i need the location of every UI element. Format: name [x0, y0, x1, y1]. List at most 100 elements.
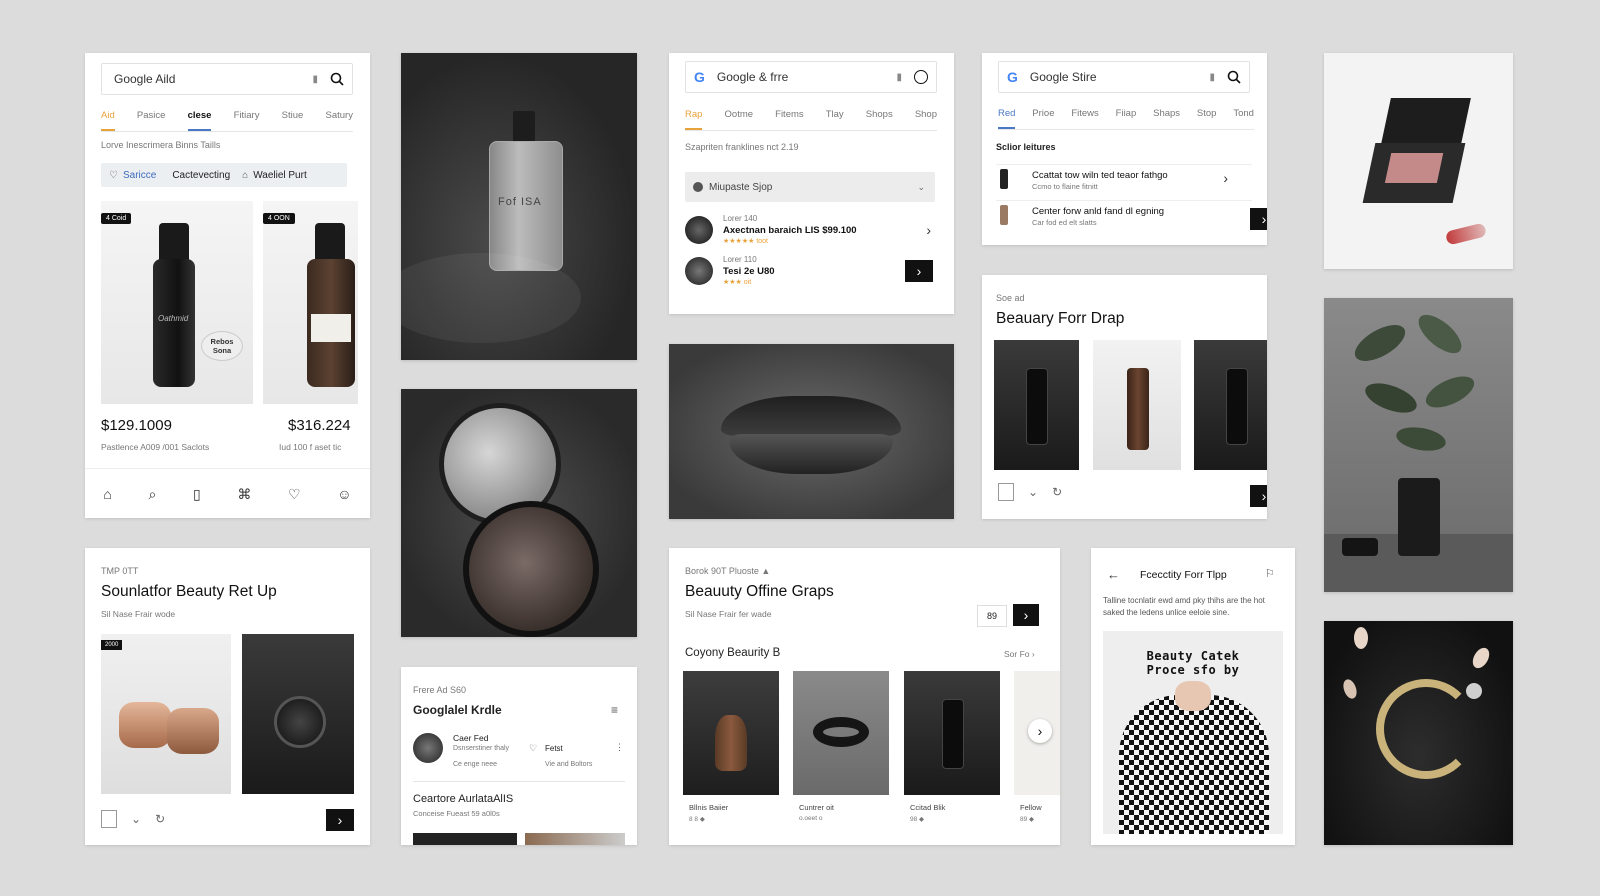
- tab-tond[interactable]: Tond: [1233, 108, 1254, 129]
- list-item[interactable]: Lorer 140 Axectnan baraich LIS $99.100 ★…: [685, 214, 935, 246]
- thumb-strip: [525, 833, 625, 845]
- chevron-right-icon[interactable]: ›: [1223, 170, 1228, 186]
- bottle-thumb-icon: [1000, 169, 1008, 189]
- mic-icon[interactable]: ▮: [312, 74, 318, 85]
- search-bar[interactable]: Google Aild ▮: [101, 63, 353, 95]
- gallery-image[interactable]: [1194, 340, 1267, 470]
- scroll-right-button[interactable]: ›: [1028, 719, 1052, 743]
- lips-photo: [669, 344, 954, 519]
- search-icon[interactable]: [1227, 70, 1241, 84]
- next-button[interactable]: ›: [1250, 485, 1267, 507]
- settings-icon[interactable]: [914, 70, 928, 84]
- next-button[interactable]: ›: [326, 809, 354, 831]
- tab-prioe[interactable]: Prioe: [1032, 108, 1054, 129]
- tab-clese[interactable]: clese: [187, 110, 212, 131]
- tab-fitiary[interactable]: Fitiary: [234, 110, 260, 131]
- item-sub: Car fod ed elt slatts: [1032, 218, 1097, 227]
- card-kicker: TMP 0TT: [101, 566, 139, 576]
- card-subtitle: Sil Nase Frair fer wade: [685, 609, 772, 619]
- list-item[interactable]: Lorer 110 Tesi 2e U80 ★★★ oit: [685, 255, 935, 287]
- list-item[interactable]: Ccattat tow wiln ted teaor fathgo Ccmo t…: [996, 164, 1252, 195]
- item-thumb: [685, 257, 713, 285]
- product-image[interactable]: 4 OON: [263, 201, 358, 404]
- fabric-fold: [401, 253, 581, 343]
- bag-icon[interactable]: ⌘: [237, 486, 251, 503]
- bookmark-icon[interactable]: [101, 810, 117, 828]
- product-desc: Pastlence A009 /001 Saclots: [101, 442, 210, 452]
- more-icon[interactable]: ⋮: [615, 742, 624, 753]
- tab-fitems[interactable]: Fitems: [775, 109, 804, 130]
- heart-icon[interactable]: ♡: [288, 486, 301, 503]
- chevron-down-icon[interactable]: ⌄: [131, 812, 141, 826]
- back-arrow-icon[interactable]: ←: [1107, 567, 1120, 582]
- tab-rap[interactable]: Rap: [685, 109, 703, 130]
- dark-bottle: [1026, 368, 1048, 445]
- tab-satury[interactable]: Satury: [326, 110, 353, 131]
- item-rating: ★★★★★ toot: [723, 238, 768, 245]
- product-desc: Iud 100 f aset tic: [279, 442, 342, 452]
- next-button[interactable]: ›: [1250, 208, 1267, 230]
- tab-aid[interactable]: Aid: [101, 110, 115, 131]
- tab-shops[interactable]: Shops: [866, 109, 893, 130]
- gallery-image[interactable]: 2000: [101, 634, 231, 794]
- upper-lip: [721, 396, 901, 436]
- product-tile[interactable]: ›: [1014, 671, 1060, 795]
- filter-chip-row: ♡ Saricce Cactevecting ⌂ Waeliel Purt: [101, 163, 347, 187]
- search-bar[interactable]: G Google Stire ▮: [998, 61, 1250, 93]
- tab-stop[interactable]: Stop: [1197, 108, 1217, 129]
- item-line1: Lorer 140: [723, 214, 758, 223]
- tab-pasice[interactable]: Pasice: [137, 110, 166, 131]
- filter-chip-saricce[interactable]: Saricce: [123, 170, 156, 181]
- bookmark-icon[interactable]: ▯: [193, 486, 201, 503]
- filter-chip-cactevecting[interactable]: Cactevecting: [172, 170, 230, 181]
- product-image[interactable]: 4 Coid Oathmid Rebos Sona: [101, 201, 253, 404]
- product-tile[interactable]: [683, 671, 779, 795]
- bookmark-icon[interactable]: [998, 483, 1014, 501]
- watch: [274, 696, 326, 748]
- serum-bottle: Oathmid: [153, 259, 195, 387]
- search-bar[interactable]: G Google & frre ▮: [685, 61, 937, 93]
- product-tile[interactable]: [904, 671, 1000, 795]
- list-item[interactable]: Center forw anld fand dl egning Car fod …: [996, 200, 1252, 231]
- poster-image[interactable]: Beauty Catek Proce sfo by: [1103, 631, 1283, 834]
- chevron-right-icon[interactable]: ›: [926, 222, 931, 238]
- tab-shop[interactable]: Shop: [915, 109, 937, 130]
- flag-icon[interactable]: ⚐: [1265, 567, 1275, 580]
- bottle-thumb-icon: [1000, 205, 1008, 225]
- gallery-image[interactable]: [1093, 340, 1181, 470]
- see-all-link[interactable]: Sor Fo ›: [1004, 649, 1035, 659]
- perfume-photo: Fof ISA: [401, 53, 637, 360]
- home-icon[interactable]: ⌂: [103, 486, 111, 502]
- tab-ootme[interactable]: Ootme: [725, 109, 754, 130]
- subtitle: Lorve Inescrimera Binns Taills: [101, 140, 221, 150]
- heart-icon[interactable]: ♡: [529, 743, 537, 754]
- leaf: [1349, 317, 1411, 369]
- gallery-image[interactable]: [242, 634, 354, 794]
- item-sub: Ce enge neee: [453, 761, 497, 768]
- mic-icon[interactable]: ▮: [1209, 72, 1215, 83]
- next-button[interactable]: ›: [1013, 604, 1039, 626]
- tab-fiiap[interactable]: Fiiap: [1116, 108, 1137, 129]
- user-icon[interactable]: ☺: [337, 486, 351, 502]
- tab-shaps[interactable]: Shaps: [1153, 108, 1180, 129]
- tile-sub: 98 ◆: [910, 816, 925, 823]
- menu-icon[interactable]: ≡: [611, 703, 618, 717]
- next-button[interactable]: ›: [905, 260, 933, 282]
- search-text: Google & frre: [716, 70, 789, 84]
- search-icon[interactable]: ⌕: [148, 486, 156, 503]
- tab-fitews[interactable]: Fitews: [1071, 108, 1098, 129]
- tab-red[interactable]: Red: [998, 108, 1016, 129]
- item-thumb: [413, 733, 443, 763]
- tab-tlay[interactable]: Tlay: [826, 109, 844, 130]
- chevron-down-icon[interactable]: ⌄: [1028, 485, 1038, 499]
- search-icon[interactable]: [330, 72, 344, 86]
- share-icon[interactable]: ↻: [155, 812, 165, 826]
- item-right: Fetst: [545, 744, 563, 753]
- share-icon[interactable]: ↻: [1052, 485, 1062, 499]
- mic-icon[interactable]: ▮: [896, 72, 902, 83]
- filter-chip-waeliel[interactable]: Waeliel Purt: [253, 170, 307, 181]
- gallery-image[interactable]: [994, 340, 1079, 470]
- tab-stiue[interactable]: Stiue: [282, 110, 304, 131]
- product-tile[interactable]: [793, 671, 889, 795]
- dropdown[interactable]: Miupaste Sjop ⌄: [685, 172, 935, 202]
